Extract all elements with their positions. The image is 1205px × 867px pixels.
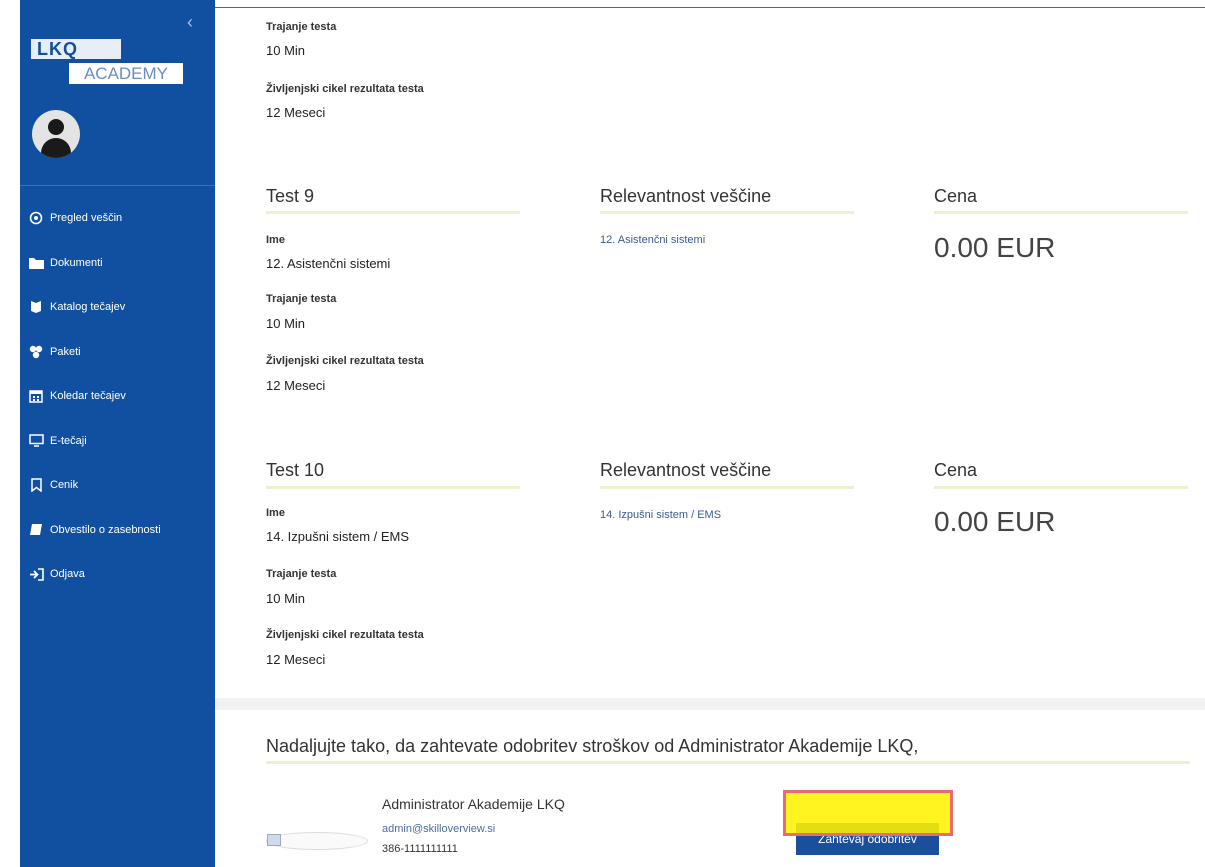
sidebar-item-pregled-vescin[interactable]: Pregled veščin: [28, 196, 213, 241]
sidebar-item-label: Cenik: [50, 479, 79, 492]
relevance-underline: [600, 211, 854, 214]
sidebar-item-dokumenti[interactable]: Dokumenti: [28, 241, 213, 286]
admin-phone: 386-1111111111: [382, 843, 458, 855]
lkq-academy-logo: LKQ ACADEMY: [31, 39, 183, 85]
broken-image-icon: [267, 834, 281, 846]
duration-value: 10 Min: [266, 43, 306, 58]
sidebar-item-e-tecaji[interactable]: E-tečaji: [28, 419, 213, 464]
sidebar-item-label: Koledar tečajev: [50, 390, 126, 403]
relevance-heading: Relevantnost veščine: [600, 186, 772, 206]
test-title-underline: [266, 486, 520, 489]
price-value: 0.00 EUR: [934, 506, 1056, 537]
duration-value: 10 Min: [266, 316, 306, 331]
name-label: Ime: [266, 507, 285, 519]
privacy-icon: [28, 522, 44, 538]
logo-lkq-text: LKQ: [31, 39, 121, 59]
lifecycle-value: 12 Meseci: [266, 105, 326, 120]
skill-relevance-link[interactable]: 14. Izpušni sistem / EMS: [600, 509, 721, 521]
price-underline: [934, 486, 1188, 489]
lifecycle-value: 12 Meseci: [266, 378, 326, 393]
lifecycle-value: 12 Meseci: [266, 652, 326, 667]
sidebar-item-label: Pregled veščin: [50, 212, 123, 225]
sidebar-item-label: Dokumenti: [50, 256, 103, 269]
test-title-underline: [266, 211, 520, 214]
duration-label: Trajanje testa: [266, 293, 337, 305]
calendar-icon: [28, 388, 44, 404]
name-value: 12. Asistenčni sistemi: [266, 256, 391, 271]
sidebar-item-obvestilo-o-zasebnosti[interactable]: Obvestilo o zasebnosti: [28, 508, 213, 553]
sidebar-divider: [20, 185, 215, 186]
folder-icon: [28, 255, 44, 271]
test-title: Test 9: [266, 186, 315, 206]
sidebar-item-label: Odjava: [50, 568, 85, 581]
sidebar-item-label: Obvestilo o zasebnosti: [50, 523, 161, 536]
price-heading: Cena: [934, 186, 978, 206]
sidebar: ‹ LKQ ACADEMY Pregled veščin Dokumenti K…: [20, 0, 215, 867]
bookmark-icon: [28, 477, 44, 493]
sidebar-item-odjava[interactable]: Odjava: [28, 552, 213, 597]
approval-title: Nadaljujte tako, da zahtevate odobritev …: [266, 736, 919, 756]
sidebar-item-label: Katalog tečajev: [50, 301, 126, 314]
request-approval-button[interactable]: Zahtevaj odobritev: [796, 823, 939, 855]
duration-value: 10 Min: [266, 591, 306, 606]
test-title: Test 10: [266, 460, 325, 480]
chevron-left-icon[interactable]: ‹: [187, 12, 193, 33]
sidebar-item-label: E-tečaji: [50, 434, 87, 447]
avatar[interactable]: [32, 110, 80, 158]
skills-icon: [28, 210, 44, 226]
logout-icon: [28, 566, 44, 582]
book-icon: [28, 299, 44, 315]
relevance-underline: [600, 486, 854, 489]
avatar-body: [41, 138, 71, 158]
price-value: 0.00 EUR: [934, 232, 1056, 263]
sidebar-item-koledar-tecajev[interactable]: Koledar tečajev: [28, 374, 213, 419]
admin-email-link[interactable]: admin@skilloverview.si: [382, 823, 495, 835]
price-heading: Cena: [934, 460, 978, 480]
sidebar-item-label: Paketi: [50, 345, 81, 358]
lifecycle-label: Življenjski cikel rezultata testa: [266, 83, 424, 95]
sidebar-item-katalog-tecajev[interactable]: Katalog tečajev: [28, 285, 213, 330]
name-value: 14. Izpušni sistem / EMS: [266, 529, 410, 544]
relevance-heading: Relevantnost veščine: [600, 460, 772, 480]
approval-title-underline: [266, 761, 1190, 764]
skill-relevance-link[interactable]: 12. Asistenčni sistemi: [600, 234, 705, 246]
duration-label: Trajanje testa: [266, 21, 337, 33]
sidebar-item-paketi[interactable]: Paketi: [28, 330, 213, 375]
lifecycle-label: Življenjski cikel rezultata testa: [266, 629, 424, 641]
duration-label: Trajanje testa: [266, 568, 337, 580]
admin-name: Administrator Akademije LKQ: [382, 796, 565, 812]
top-border: [215, 7, 1205, 8]
packages-icon: [28, 344, 44, 360]
name-label: Ime: [266, 234, 285, 246]
section-divider: [215, 698, 1205, 710]
sidebar-nav: Pregled veščin Dokumenti Katalog tečajev…: [28, 196, 213, 597]
avatar-head: [48, 119, 64, 135]
sidebar-item-cenik[interactable]: Cenik: [28, 463, 213, 508]
monitor-icon: [28, 433, 44, 449]
price-underline: [934, 211, 1188, 214]
lifecycle-label: Življenjski cikel rezultata testa: [266, 355, 424, 367]
logo-academy-text: ACADEMY: [69, 63, 183, 84]
admin-image: [266, 832, 368, 850]
